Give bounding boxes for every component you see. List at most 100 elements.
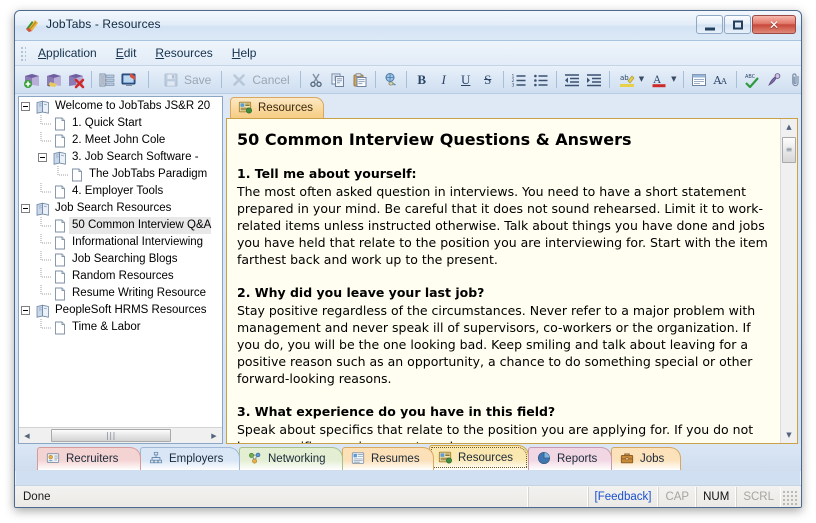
minimize-button[interactable]	[696, 15, 723, 34]
chevron-down-icon[interactable]: ▼	[671, 76, 676, 83]
bulleted-list-icon[interactable]	[530, 69, 552, 91]
document-tab-label: Resources	[258, 102, 313, 114]
toolbar-separator	[221, 71, 223, 88]
tree-item[interactable]: Informational Interviewing	[19, 234, 222, 251]
scroll-left-icon[interactable]: ◀	[19, 428, 35, 444]
underline-button[interactable]: U	[455, 69, 477, 91]
scroll-right-icon[interactable]: ▶	[206, 428, 222, 444]
tree-item[interactable]: Job Search Resources	[19, 200, 222, 217]
decrease-indent-icon[interactable]	[561, 69, 583, 91]
print-preview-icon[interactable]	[763, 69, 785, 91]
tree-item-label: 4. Employer Tools	[72, 185, 164, 197]
module-tab-reports[interactable]: Reports	[528, 447, 612, 470]
tree-item[interactable]: Time & Labor	[19, 319, 222, 336]
tree-item-label: Resume Writing Resource	[72, 287, 207, 299]
scroll-up-icon[interactable]: ▲	[781, 119, 797, 135]
document-vertical-scrollbar[interactable]: ▲ ≡ ▼	[780, 119, 797, 443]
document-answer: Speak about specifics that relate to the…	[237, 421, 754, 443]
maximize-button[interactable]	[724, 15, 751, 34]
module-tab-networking[interactable]: Networking	[239, 447, 343, 470]
hyperlink-icon[interactable]	[380, 69, 402, 91]
tree-item[interactable]: 3. Job Search Software -	[19, 149, 222, 166]
save-button[interactable]: Save	[158, 69, 217, 91]
module-tab-resources[interactable]: Resources	[429, 445, 529, 470]
scroll-down-icon[interactable]: ▼	[781, 427, 797, 443]
chevron-down-icon[interactable]: ▼	[639, 76, 644, 83]
increase-indent-icon[interactable]	[583, 69, 605, 91]
document-content[interactable]: 50 Common Interview Questions & Answers …	[227, 119, 780, 443]
menu-edit[interactable]: Edit	[107, 43, 146, 63]
tree-connector	[38, 268, 52, 285]
form-view-icon[interactable]	[118, 69, 140, 91]
close-button[interactable]: ✕	[752, 15, 796, 34]
menu-help[interactable]: Help	[223, 43, 266, 63]
menu-resources[interactable]: Resources	[146, 43, 221, 63]
tree-item[interactable]: 2. Meet John Cole	[19, 132, 222, 149]
toolbar: Save Cancel B I U S 1 2 3 ab ▼ A ▼ A A A…	[15, 66, 801, 94]
resumes-icon	[351, 451, 367, 467]
module-tab-resumes[interactable]: Resumes	[342, 447, 434, 470]
tree-item[interactable]: The JobTabs Paradigm	[19, 166, 222, 183]
toolbar-separator	[682, 71, 684, 88]
status-num: NUM	[696, 486, 737, 507]
tree-item[interactable]: Random Resources	[19, 268, 222, 285]
tree-collapse-icon[interactable]	[38, 153, 47, 162]
highlight-color-button[interactable]: ab ▼	[614, 69, 646, 91]
menu-application[interactable]: Application	[29, 43, 106, 63]
font-color-button[interactable]: A ▼	[646, 69, 678, 91]
tree-collapse-icon[interactable]	[21, 306, 30, 315]
tree-horizontal-scrollbar[interactable]: ◀ ||| ▶	[19, 427, 222, 443]
document-vscroll-thumb[interactable]: ≡	[782, 137, 796, 163]
attachment-icon[interactable]	[785, 69, 802, 91]
page-icon	[52, 235, 68, 251]
toolbar-separator	[148, 71, 149, 88]
new-record-icon[interactable]	[21, 69, 43, 91]
tree-collapse-icon[interactable]	[21, 102, 30, 111]
tree-item[interactable]: 50 Common Interview Q&A	[19, 217, 222, 234]
document-tab-strip: Resources	[226, 96, 798, 118]
italic-button[interactable]: I	[433, 69, 455, 91]
spellcheck-icon[interactable]: ABC	[741, 69, 763, 91]
tree-item[interactable]: Job Searching Blogs	[19, 251, 222, 268]
document-question: 2. Why did you leave your last job?	[237, 284, 485, 300]
delete-record-icon[interactable]	[65, 69, 87, 91]
tree-collapse-icon[interactable]	[21, 204, 30, 213]
tree-item-label: Time & Labor	[72, 321, 141, 333]
tree-item[interactable]: 4. Employer Tools	[19, 183, 222, 200]
copy-icon[interactable]	[327, 69, 349, 91]
font-size-icon[interactable]: A A	[710, 69, 732, 91]
navigation-tree[interactable]: Welcome to JobTabs JS&R 20 1. Quick Start…	[19, 98, 222, 426]
navigation-tree-panel: Welcome to JobTabs JS&R 20 1. Quick Start…	[18, 96, 223, 444]
tree-item[interactable]: 1. Quick Start	[19, 115, 222, 132]
maximize-icon	[725, 20, 750, 29]
cut-icon[interactable]	[305, 69, 327, 91]
scroll-grip-icon: ≡	[785, 145, 793, 154]
edit-record-icon[interactable]	[43, 69, 65, 91]
tree-hscroll-thumb[interactable]: |||	[51, 428, 171, 442]
strikethrough-button[interactable]: S	[477, 69, 499, 91]
resize-grip-icon[interactable]	[783, 488, 799, 505]
tree-item[interactable]: Welcome to JobTabs JS&R 20	[19, 98, 222, 115]
menubar-gripper[interactable]	[19, 44, 26, 62]
feedback-link[interactable]: [Feedback]	[587, 486, 659, 507]
module-tab-jobs[interactable]: Jobs	[611, 447, 681, 470]
module-tab-employers[interactable]: Employers	[140, 447, 240, 470]
module-tab-label: Resources	[458, 452, 513, 464]
cancel-button[interactable]: Cancel	[226, 69, 295, 91]
document-vscroll-track[interactable]: ≡	[781, 135, 797, 427]
tree-item-label: Informational Interviewing	[72, 236, 204, 248]
module-tab-label: Employers	[169, 453, 224, 465]
tree-hscroll-track[interactable]: |||	[35, 428, 206, 444]
paste-icon[interactable]	[349, 69, 371, 91]
window-controls: ✕	[695, 15, 796, 34]
tree-item[interactable]: PeopleSoft HRMS Resources	[19, 302, 222, 319]
tree-item[interactable]: Resume Writing Resource	[19, 285, 222, 302]
module-tab-recruiters[interactable]: Recruiters	[37, 447, 141, 470]
bold-button[interactable]: B	[411, 69, 433, 91]
list-view-icon[interactable]	[96, 69, 118, 91]
networking-icon	[248, 451, 264, 467]
desktop-background: JobTabs - Resources ✕ Application Edit R…	[0, 0, 816, 523]
insert-object-icon[interactable]	[688, 69, 710, 91]
document-tab-resources[interactable]: Resources	[230, 97, 324, 118]
numbered-list-icon[interactable]: 1 2 3	[508, 69, 530, 91]
